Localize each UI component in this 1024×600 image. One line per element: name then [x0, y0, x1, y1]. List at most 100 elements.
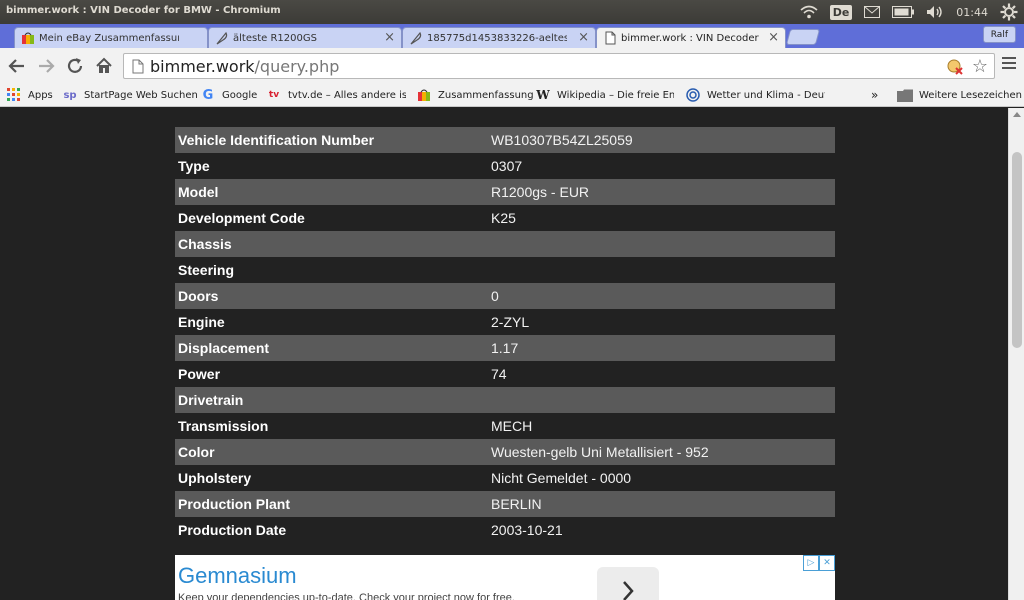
os-indicators: De 01:44 [800, 0, 1024, 24]
bookmarks-bar: Apps sp StartPage Web Suchen G Google tv… [0, 83, 1024, 107]
table-row: Drivetrain [175, 387, 835, 413]
bookmarks-overflow-chevron-icon[interactable]: » [871, 86, 878, 104]
close-icon[interactable]: × [578, 30, 589, 45]
row-value: WB10307B54ZL25059 [491, 132, 633, 148]
tab-label: Mein eBay Zusammenfassung [39, 32, 179, 44]
table-row: Color Wuesten-gelb Uni Metallisiert - 952 [175, 439, 835, 465]
bookmark-startpage[interactable]: sp StartPage Web Suchen [62, 86, 197, 104]
table-row: Production Plant BERLIN [175, 491, 835, 517]
tab-label: 185775d1453833226-aeltesbe [427, 32, 567, 44]
row-value: MECH [491, 418, 533, 434]
advertisement-banner[interactable]: Gemnasium Keep your dependencies up-to-d… [175, 555, 835, 600]
os-top-panel: bimmer.work : VIN Decoder for BMW - Chro… [0, 0, 1024, 24]
tab-forum-image[interactable]: 185775d1453833226-aeltesbe × [402, 27, 596, 48]
bookmark-zusammenfassung[interactable]: Zusammenfassung [416, 86, 534, 104]
page-icon [603, 31, 617, 45]
tab-bimmer-work[interactable]: bimmer.work : VIN Decoder fo × [596, 27, 786, 49]
vertical-scrollbar[interactable] [1008, 108, 1024, 600]
table-row: Doors 0 [175, 283, 835, 309]
adchoices-badge[interactable]: ▷ ✕ [803, 555, 835, 571]
row-key: Vehicle Identification Number [178, 132, 375, 148]
ad-text: Keep your dependencies up-to-date. Check… [178, 592, 515, 600]
bookmark-other-folder[interactable]: Weitere Lesezeichen [897, 86, 1022, 104]
bookmark-apps[interactable]: Apps [6, 86, 53, 104]
table-row: Type 0307 [175, 153, 835, 179]
adchoices-close-icon[interactable]: ✕ [819, 555, 835, 571]
page-content: Vehicle Identification Number WB10307B54Z… [0, 108, 1008, 600]
row-value [488, 387, 835, 413]
scrollbar-thumb[interactable] [1012, 152, 1022, 348]
tab-ebay[interactable]: Mein eBay Zusammenfassung [14, 27, 208, 48]
table-row: Transmission MECH [175, 413, 835, 439]
menu-icon[interactable] [1002, 57, 1016, 72]
blocked-content-icon[interactable] [946, 58, 964, 76]
row-value: R1200gs - EUR [491, 184, 590, 200]
volume-icon[interactable] [926, 5, 944, 19]
table-row: Production Date 2003-10-21 [175, 517, 835, 543]
row-value: 2-ZYL [491, 314, 530, 330]
keyboard-layout-indicator[interactable]: De [829, 4, 853, 20]
wikipedia-icon: W [536, 88, 550, 102]
row-key: Drivetrain [178, 392, 244, 408]
table-row: Upholstery Nicht Gemeldet - 0000 [175, 465, 835, 491]
bookmark-star-icon[interactable]: ☆ [972, 56, 988, 77]
reload-icon[interactable] [64, 55, 86, 77]
google-icon: G [202, 87, 214, 103]
row-key: Steering [178, 262, 235, 278]
bookmark-tvtv[interactable]: tv tvtv.de – Alles andere ist r [266, 86, 406, 104]
feather-icon [409, 31, 423, 45]
tab-label: älteste R1200GS [233, 32, 317, 44]
row-key: Production Plant [178, 496, 290, 512]
row-value: 1.17 [491, 340, 519, 356]
clock[interactable]: 01:44 [956, 6, 988, 19]
row-key: Chassis [178, 236, 232, 252]
row-value: 0307 [491, 158, 523, 174]
adchoices-play-icon: ▷ [803, 555, 819, 571]
row-key: Development Code [178, 210, 305, 226]
row-key: Transmission [178, 418, 269, 434]
home-icon[interactable] [93, 55, 115, 77]
feather-icon [215, 31, 229, 45]
row-value: BERLIN [491, 496, 542, 512]
url-path: /query.php [254, 57, 340, 76]
bookmark-wikipedia[interactable]: W Wikipedia – Die freie Enzy [535, 86, 674, 104]
ad-next-chevron-icon[interactable] [597, 567, 659, 600]
page-icon [132, 59, 144, 74]
settings-gear-icon[interactable] [1000, 3, 1018, 21]
row-key: Color [178, 444, 215, 460]
address-bar[interactable]: bimmer.work/query.php ☆ [123, 53, 995, 79]
tab-strip: Mein eBay Zusammenfassung älteste R1200G… [0, 24, 1024, 49]
table-row: Chassis [175, 231, 835, 257]
bookmark-wetter[interactable]: Wetter und Klima - Deutsc [685, 86, 825, 104]
back-arrow-icon[interactable] [6, 55, 28, 77]
close-icon[interactable]: × [768, 30, 779, 45]
row-value: K25 [491, 210, 516, 226]
ad-title[interactable]: Gemnasium [178, 563, 297, 589]
table-row: Steering [175, 257, 835, 283]
table-row: Development Code K25 [175, 205, 835, 231]
tab-aelteste-r1200gs[interactable]: älteste R1200GS × [208, 27, 402, 48]
row-key: Upholstery [178, 470, 252, 486]
row-key: Model [178, 184, 219, 200]
address-url[interactable]: bimmer.work/query.php [150, 57, 339, 76]
profile-button[interactable]: Ralf [982, 26, 1016, 43]
mail-icon[interactable] [864, 6, 881, 18]
ebay-icon [416, 87, 432, 103]
row-value: 2003-10-21 [491, 522, 563, 538]
startpage-icon: sp [63, 89, 77, 101]
battery-icon[interactable] [892, 6, 915, 18]
weather-icon [685, 87, 701, 103]
ebay-icon [21, 31, 35, 45]
wifi-icon[interactable] [800, 5, 818, 19]
forward-arrow-icon[interactable] [35, 55, 57, 77]
tab-label: bimmer.work : VIN Decoder fo [621, 33, 761, 44]
row-value: 0 [491, 288, 499, 304]
row-key: Power [178, 366, 221, 382]
new-tab-button[interactable] [785, 29, 821, 45]
scroll-up-arrow-icon[interactable] [1013, 112, 1021, 117]
window-title: bimmer.work : VIN Decoder for BMW - Chro… [6, 5, 281, 16]
bookmark-google[interactable]: G Google [200, 86, 258, 104]
close-icon[interactable]: × [384, 30, 395, 45]
row-value: 74 [491, 366, 507, 382]
table-row: Model R1200gs - EUR [175, 179, 835, 205]
